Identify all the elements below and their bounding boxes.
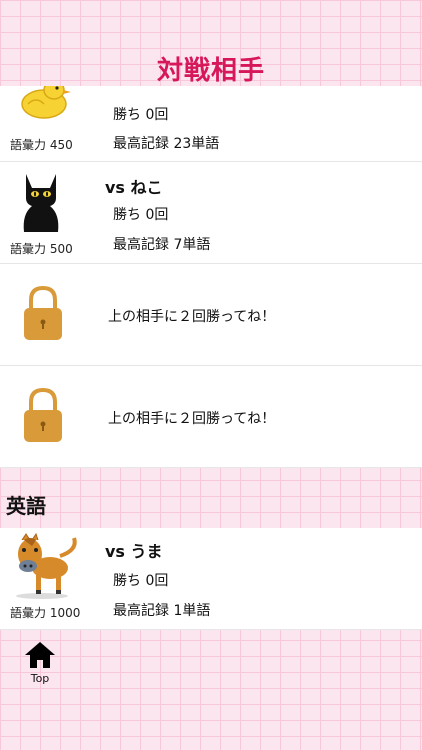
opponent-row-horse[interactable]: 語彙力 1000 vs うま 勝ち 0回 最高記録 1単語 xyxy=(0,528,422,630)
opponent-list: 語彙力 450 勝ち 0回 最高記録 23単語 語彙力 500 vs ねこ 勝ち… xyxy=(0,86,422,468)
vocab-level: 語彙力 1000 xyxy=(10,606,81,620)
best-record: 最高記録 1単語 xyxy=(113,603,211,619)
wins-count: 勝ち 0回 xyxy=(113,573,169,589)
horse-icon xyxy=(16,532,77,599)
vocab-level: 語彙力 450 xyxy=(10,138,73,152)
bird-icon xyxy=(21,86,71,119)
home-icon xyxy=(25,642,55,668)
best-record: 最高記録 7単語 xyxy=(113,237,211,253)
opponent-row-cat[interactable]: 語彙力 500 vs ねこ 勝ち 0回 最高記録 7単語 xyxy=(0,162,422,264)
wins-count: 勝ち 0回 xyxy=(113,207,169,223)
cat-icon xyxy=(23,174,59,232)
top-tab-button[interactable]: Top xyxy=(18,640,62,685)
english-opponent-list: 語彙力 1000 vs うま 勝ち 0回 最高記録 1単語 xyxy=(0,528,422,630)
unlock-hint: 上の相手に２回勝ってね！ xyxy=(108,411,276,427)
top-tab-label: Top xyxy=(30,672,50,685)
lock-icon xyxy=(24,285,62,340)
opponent-row-bird[interactable]: 語彙力 450 勝ち 0回 最高記録 23単語 xyxy=(0,86,422,162)
best-record: 最高記録 23単語 xyxy=(113,136,220,152)
wins-count: 勝ち 0回 xyxy=(113,107,169,123)
locked-row[interactable]: 上の相手に２回勝ってね！ xyxy=(0,366,422,468)
lock-icon xyxy=(24,387,62,442)
opponent-name: vs ねこ xyxy=(105,178,163,197)
vocab-level: 語彙力 500 xyxy=(10,242,73,256)
header: 対戦相手 xyxy=(0,0,422,86)
opponent-name: vs うま xyxy=(105,542,163,561)
section-title-english: 英語 xyxy=(6,494,46,518)
unlock-hint: 上の相手に２回勝ってね！ xyxy=(108,309,276,325)
page-title: 対戦相手 xyxy=(156,56,265,86)
locked-row[interactable]: 上の相手に２回勝ってね！ xyxy=(0,264,422,366)
